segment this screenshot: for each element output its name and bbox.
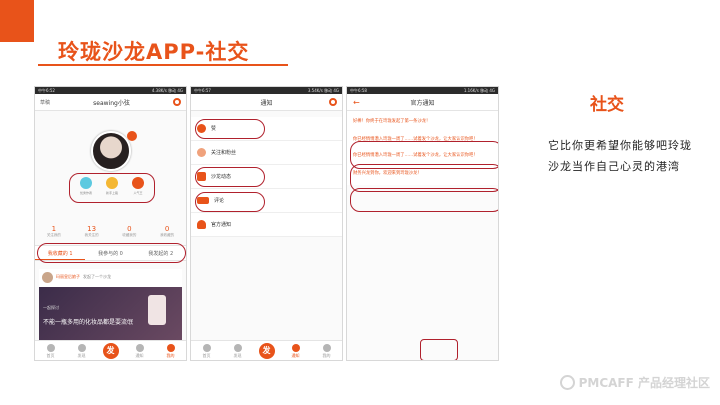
status-bar: 中午6:58 1.16K/s 移动 4G <box>347 87 498 94</box>
highlight-oval <box>350 188 498 212</box>
notif-label: 关注和粉丝 <box>211 150 237 156</box>
watermark: PMCAFF 产品经理社区 <box>559 374 710 391</box>
tab-label: 首页 <box>46 352 55 358</box>
tab-profile[interactable]: 我的 <box>317 343 337 358</box>
feed-image[interactable]: 一起探讨 不能一瓶多用的化妆品都是耍流氓 <box>39 287 182 343</box>
status-network: 3.54K/s 移动 4G <box>307 88 339 93</box>
stat-value: 1 <box>51 225 57 233</box>
highlight-box <box>420 339 458 360</box>
bottom-tabbar: 首页 发现 发 通知 我的 <box>191 340 342 360</box>
feed-action: 发起了一个沙龙 <box>83 274 111 279</box>
tab-notifications[interactable]: 通知 <box>130 343 150 358</box>
status-time: 中午6:58 <box>350 88 367 93</box>
home-icon <box>46 343 55 352</box>
person-icon <box>322 343 331 352</box>
pmcaff-logo-icon <box>559 375 575 390</box>
product-bottle-image <box>148 295 166 325</box>
stat-label: 收藏我的 <box>122 233 137 237</box>
status-time: 中午6:52 <box>38 88 55 93</box>
highlight-oval <box>195 119 265 139</box>
notifications-navbar: 通知 <box>191 94 342 111</box>
post-button[interactable]: 发 <box>102 342 119 359</box>
person-icon <box>166 343 175 352</box>
status-network: 1.16K/s 移动 4G <box>463 88 495 93</box>
post-button[interactable]: 发 <box>258 342 275 359</box>
feed-card[interactable]: 玛丽皇后娘子 发起了一个沙龙 一起探讨 不能一瓶多用的化妆品都是耍流氓 <box>39 269 182 343</box>
tab-label: 通知 <box>135 352 144 358</box>
status-bar: 中午6:57 3.54K/s 移动 4G <box>191 87 342 94</box>
bell-icon <box>197 220 206 229</box>
home-icon <box>202 343 211 352</box>
bottom-tabbar: 首页 发现 发 通知 我的 <box>35 340 186 360</box>
stat-followers[interactable]: 1 关注我的 <box>47 225 61 238</box>
profile-navbar: 草稿 seawing小弦 <box>35 94 186 111</box>
notif-item-official[interactable]: 官方通知 <box>191 213 342 237</box>
author-avatar[interactable] <box>42 271 53 283</box>
title-underline <box>38 64 288 66</box>
stats-row: 1 关注我的 13 我关注的 0 收藏我的 0 我收藏的 <box>35 225 186 238</box>
stat-label: 我收藏的 <box>160 233 175 237</box>
feed-author[interactable]: 玛丽皇后娘子 <box>56 274 80 280</box>
profile-username: seawing小弦 <box>93 99 130 107</box>
tab-home[interactable]: 首页 <box>197 343 217 358</box>
tab-notifications[interactable]: 通知 <box>286 343 306 358</box>
tab-label: 发现 <box>77 352 86 358</box>
section-heading: 社交 <box>590 95 624 115</box>
tab-profile[interactable]: 我的 <box>161 343 181 358</box>
stat-label: 我关注的 <box>84 233 99 237</box>
tab-discover[interactable]: 发现 <box>72 343 92 358</box>
phone-notifications-screen: 中午6:57 3.54K/s 移动 4G 通知 赞 关注和粉丝 沙龙动态 评论 … <box>190 86 343 361</box>
status-network: 4.38K/s 移动 4G <box>151 88 183 93</box>
tab-label: 发现 <box>233 352 242 358</box>
feed-caption: 不能一瓶多用的化妆品都是耍流氓 <box>43 319 134 326</box>
section-description: 它比你更希望你能够吧玲珑沙龙当作自己心灵的港湾 <box>548 139 692 173</box>
phone-profile-screen: 中午6:52 4.38K/s 移动 4G 草稿 seawing小弦 优秀作者 新… <box>34 86 187 361</box>
stat-collected-by[interactable]: 0 收藏我的 <box>122 225 136 238</box>
status-bar: 中午6:52 4.38K/s 移动 4G <box>35 87 186 94</box>
highlight-oval <box>195 192 265 212</box>
watermark-text: PMCAFF 产品经理社区 <box>578 376 710 390</box>
settings-gear-icon[interactable] <box>172 98 181 106</box>
tab-label: 首页 <box>202 352 211 358</box>
tab-home[interactable]: 首页 <box>41 343 61 358</box>
stat-following[interactable]: 13 我关注的 <box>85 225 99 238</box>
back-arrow-icon[interactable]: ← <box>353 98 360 107</box>
highlight-oval <box>69 173 155 203</box>
status-time: 中午6:57 <box>194 88 211 93</box>
stat-value: 13 <box>87 225 97 233</box>
highlight-oval <box>37 243 186 263</box>
corner-accent <box>0 0 34 42</box>
stat-value: 0 <box>164 225 170 233</box>
drafts-link[interactable]: 草稿 <box>40 99 50 106</box>
tab-label: 通知 <box>291 352 300 358</box>
stat-label: 关注我的 <box>46 233 61 237</box>
tab-label: 我的 <box>322 352 331 358</box>
highlight-oval <box>195 167 265 187</box>
notif-label: 官方通知 <box>211 222 232 228</box>
compass-icon <box>77 343 86 352</box>
notices-navbar: ← 官方通知 <box>347 94 498 111</box>
people-icon <box>197 148 206 157</box>
bell-icon <box>135 343 144 352</box>
notice-message[interactable]: 好棒！你终于在玲珑发起了第一条沙龙！ <box>347 111 498 129</box>
stat-collections[interactable]: 0 我收藏的 <box>160 225 174 238</box>
bell-icon <box>291 343 300 352</box>
tab-label: 我的 <box>166 352 175 358</box>
feed-header: 玛丽皇后娘子 发起了一个沙龙 <box>39 269 182 285</box>
page-title: 通知 <box>260 99 273 107</box>
phone-official-notices-screen: 中午6:58 1.16K/s 移动 4G ← 官方通知 好棒！你终于在玲珑发起了… <box>346 86 499 361</box>
stat-value: 0 <box>127 225 132 233</box>
slide-title: 玲珑沙龙APP-社交 <box>58 40 250 64</box>
compass-icon <box>233 343 242 352</box>
avatar[interactable] <box>91 131 131 171</box>
edit-pencil-icon[interactable] <box>127 131 137 141</box>
notif-item-followers[interactable]: 关注和粉丝 <box>191 141 342 165</box>
settings-gear-icon[interactable] <box>329 98 337 106</box>
tab-discover[interactable]: 发现 <box>228 343 248 358</box>
page-title: 官方通知 <box>410 99 435 107</box>
feed-tag: 一起探讨 <box>43 305 59 310</box>
